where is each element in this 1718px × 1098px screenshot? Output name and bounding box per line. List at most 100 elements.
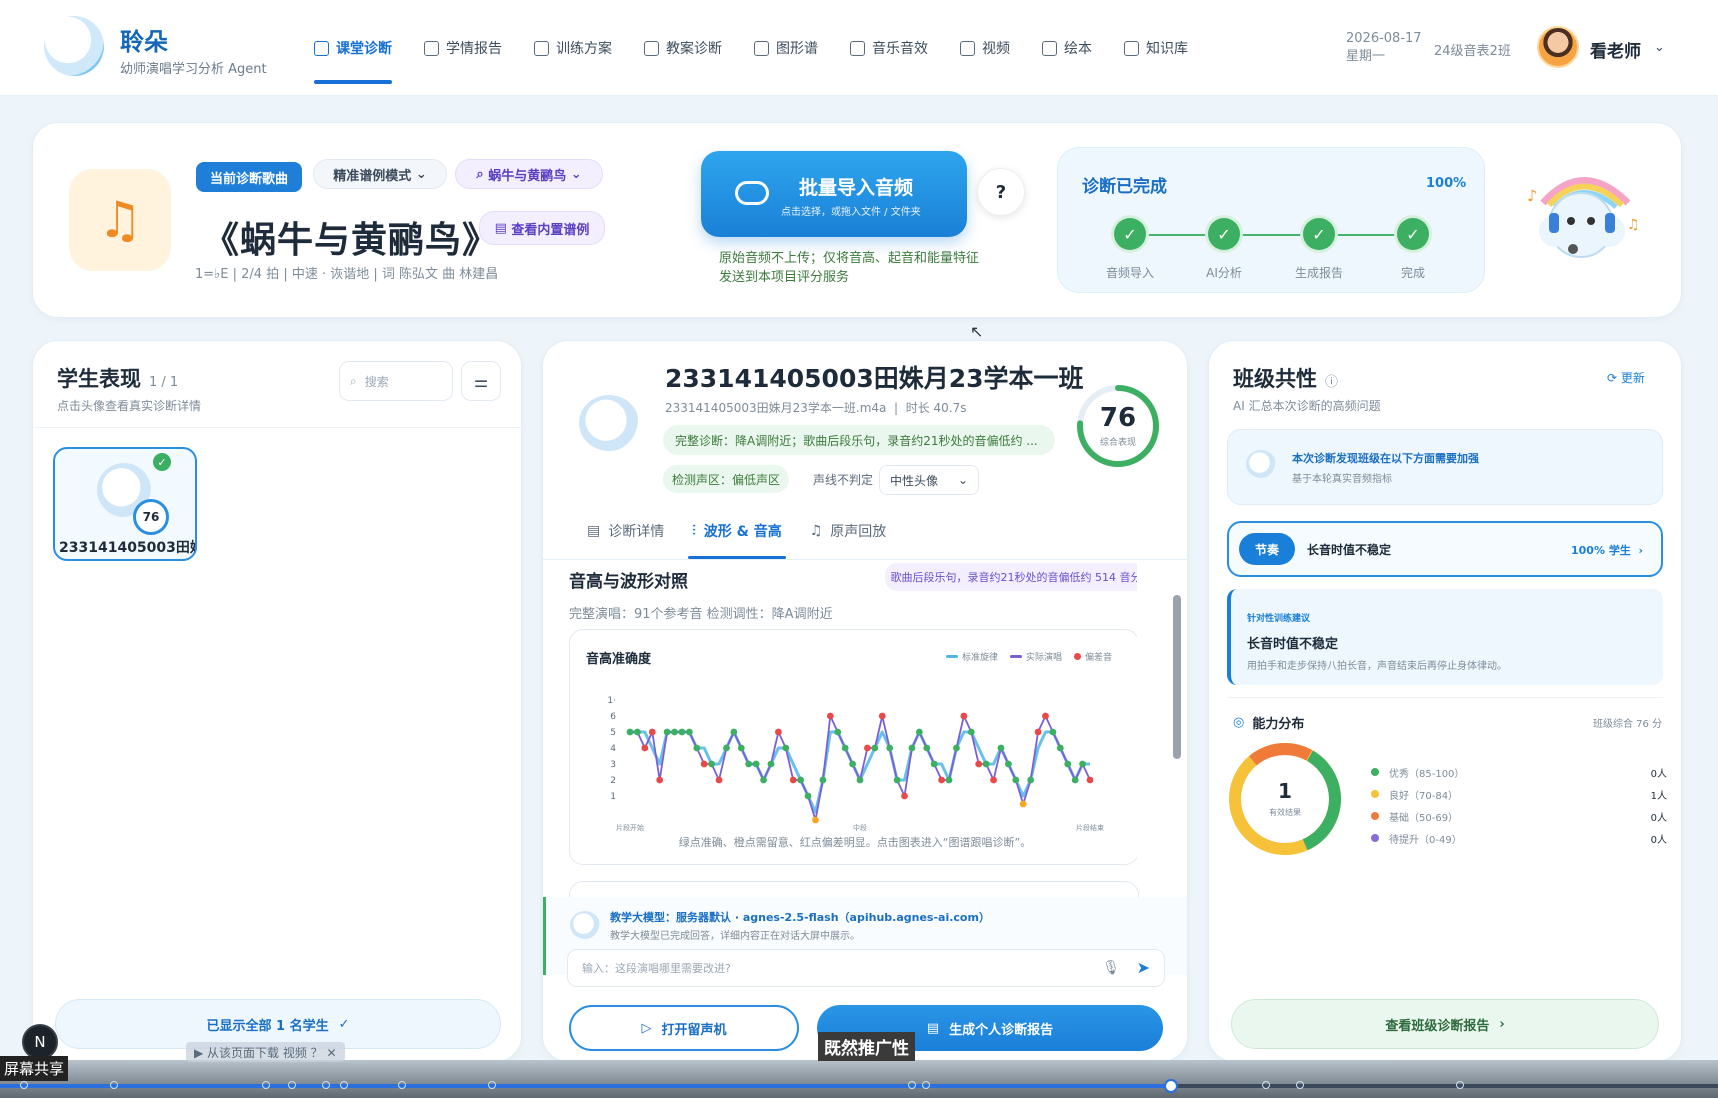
donut-count: 1 bbox=[1278, 779, 1292, 803]
nav-item-classroom-diagnosis[interactable]: 课堂诊断 bbox=[298, 36, 408, 84]
open-recorder-button[interactable]: ▷ 打开留声机 bbox=[569, 1005, 799, 1051]
chapter-marker[interactable] bbox=[1262, 1081, 1270, 1089]
tab-playback[interactable]: ♫ 原声回放 bbox=[796, 517, 901, 545]
nav-label: 知识库 bbox=[1146, 41, 1188, 57]
pitch-point bbox=[700, 760, 708, 768]
report-label: 生成个人诊断报告 bbox=[949, 1022, 1054, 1038]
pitch-accuracy-chart[interactable]: 音高准确度 标准旋律 实际演唱 偏差音 1 2 3 4 5 6 1· 片段开始 中段 片段结束 绿… bbox=[569, 629, 1137, 865]
target-icon: ◎ bbox=[1233, 715, 1245, 730]
pitch-point bbox=[990, 776, 997, 784]
filter-icon[interactable]: ⚌ bbox=[461, 361, 501, 401]
students-subtitle: 点击头像查看真实诊断详情 bbox=[57, 399, 202, 413]
help-icon[interactable]: ? bbox=[977, 168, 1025, 216]
student-search-input[interactable]: ⌕ 搜索 bbox=[339, 361, 453, 401]
chapter-marker[interactable] bbox=[908, 1081, 916, 1089]
scrollbar[interactable] bbox=[1173, 565, 1181, 891]
chapter-marker[interactable] bbox=[488, 1081, 496, 1089]
batch-import-audio-button[interactable]: 批量导入音频 点击选择，或拖入文件 / 文件夹 bbox=[701, 151, 967, 237]
voice-select[interactable]: 中性头像 ⌄ bbox=[879, 465, 979, 495]
class-report-label: 查看班级诊断报告 bbox=[1385, 1018, 1490, 1034]
step-label: 生成报告 bbox=[1294, 266, 1344, 280]
pitch-point bbox=[923, 744, 931, 752]
nav-item-picture-book[interactable]: 绘本 bbox=[1026, 36, 1108, 60]
chapter-marker[interactable] bbox=[1296, 1081, 1304, 1089]
singing-cloud-mascot-icon: ♪ ♫ bbox=[1527, 177, 1640, 258]
nav-label: 教案诊断 bbox=[666, 41, 722, 57]
nav-item-music-sfx[interactable]: 音乐音效 bbox=[834, 36, 944, 60]
student-score: 76 bbox=[133, 499, 169, 535]
dist-label: 待提升（0-49） bbox=[1389, 834, 1462, 846]
pitch-point bbox=[678, 728, 686, 736]
play-icon: ▷ bbox=[641, 1020, 652, 1036]
nav-item-graphic-score[interactable]: 图形谱 bbox=[738, 36, 834, 60]
video-progress-bar[interactable] bbox=[0, 1079, 1718, 1093]
issue-tag: 节奏 bbox=[1239, 533, 1295, 565]
issue-percent-text: 100% 学生 bbox=[1571, 544, 1631, 557]
top-bar: 聆朵 幼师演唱学习分析 Agent 课堂诊断 学情报告 训练方案 教案诊断 图形… bbox=[0, 0, 1718, 96]
progress-title: 诊断已完成 bbox=[1082, 177, 1167, 197]
mode-select[interactable]: 精准谱例模式 ⌄ bbox=[313, 159, 447, 189]
chapter-marker[interactable] bbox=[110, 1081, 118, 1089]
chapter-marker[interactable] bbox=[1456, 1081, 1464, 1089]
video-scrubber-knob[interactable] bbox=[1164, 1079, 1178, 1093]
video-bottom-strip bbox=[0, 1060, 1718, 1098]
chapter-marker[interactable] bbox=[322, 1081, 330, 1089]
song-card: ♫ 当前诊断歌曲 精准谱例模式 ⌄ ⌕ 蜗牛与黄鹂鸟 ⌄ 《蜗牛与黄鹂鸟》 ▤ … bbox=[32, 122, 1682, 318]
teacher-name[interactable]: 看老师 bbox=[1590, 37, 1641, 62]
cloud-upload-icon bbox=[735, 181, 769, 205]
weekday-text: 星期一 bbox=[1346, 49, 1386, 64]
refresh-button[interactable]: ⟳ 更新 bbox=[1607, 369, 1645, 386]
chapter-marker[interactable] bbox=[340, 1081, 348, 1089]
audio-file-name: 233141405003田姝月23学本一班.m4a bbox=[665, 401, 887, 415]
pitch-point bbox=[767, 760, 775, 768]
pitch-point bbox=[878, 712, 886, 720]
pitch-point bbox=[1056, 744, 1064, 752]
pitch-point bbox=[819, 776, 827, 784]
scrollbar-thumb[interactable] bbox=[1173, 595, 1181, 759]
nav-item-knowledge-base[interactable]: 知识库 bbox=[1108, 36, 1204, 60]
nav-item-video[interactable]: 视频 bbox=[944, 36, 1026, 60]
chapter-marker[interactable] bbox=[262, 1081, 270, 1089]
pitch-point bbox=[671, 728, 678, 736]
refresh-icon: ⟳ bbox=[1607, 371, 1621, 385]
chapter-marker[interactable] bbox=[922, 1081, 930, 1089]
chevron-down-icon[interactable]: ⌄ bbox=[1654, 40, 1665, 55]
pitch-point bbox=[849, 760, 856, 768]
download-tip[interactable]: ▶ 从该页面下载 视频 ？ ✕ bbox=[186, 1042, 345, 1062]
pitch-point bbox=[648, 728, 656, 736]
pitch-chart-svg: 1 2 3 4 5 6 1· 片段开始 中段 片段结束 bbox=[607, 696, 1104, 832]
n-badge-icon[interactable]: N bbox=[22, 1024, 58, 1060]
chat-input[interactable]: 输入：这段演唱哪里需要改进? 🎙 ➤ bbox=[567, 949, 1165, 987]
pitch-point bbox=[1019, 800, 1027, 808]
diagnosis-summary[interactable]: 完整诊断：降A调附近；歌曲后段乐句，录音约21秒处的音偏低约 ... bbox=[663, 425, 1055, 455]
tab-waveform-pitch[interactable]: ⫶ 波形 & 音高 bbox=[678, 517, 795, 559]
progress-percent: 100% bbox=[1426, 176, 1467, 191]
tab-diagnosis-detail[interactable]: ▤ 诊断详情 bbox=[573, 517, 678, 545]
send-icon[interactable]: ➤ bbox=[1137, 958, 1150, 977]
nav-item-training-plan[interactable]: 训练方案 bbox=[518, 36, 628, 60]
view-score-label: 查看内置谱例 bbox=[511, 222, 590, 238]
chapter-marker[interactable] bbox=[398, 1081, 406, 1089]
svg-text:♫: ♫ bbox=[1627, 217, 1640, 233]
dist-label: 良好（70-84） bbox=[1389, 790, 1459, 802]
pitch-point bbox=[1004, 760, 1012, 768]
student-card[interactable]: ✓ 76 233141405003田妹月23学本一班 bbox=[53, 447, 197, 561]
song-search[interactable]: ⌕ 蜗牛与黄鹂鸟 ⌄ bbox=[455, 159, 603, 189]
pitch-point bbox=[1071, 776, 1079, 784]
y-tick-label: 3 bbox=[610, 760, 616, 770]
info-icon[interactable]: ⓘ bbox=[1325, 375, 1338, 390]
nav-item-learning-report[interactable]: 学情报告 bbox=[408, 36, 518, 60]
issue-item[interactable]: 节奏 长音时值不稳定 100% 学生 › bbox=[1227, 521, 1663, 577]
view-score-button[interactable]: ▤ 查看内置谱例 bbox=[479, 211, 605, 245]
deviation-tag: 歌曲后段乐句，录音约21秒处的音偏低约 514 音分 bbox=[885, 563, 1137, 591]
nav-item-lesson-diagnosis[interactable]: 教案诊断 bbox=[628, 36, 738, 60]
teacher-avatar[interactable] bbox=[1537, 26, 1579, 68]
nav-label: 课堂诊断 bbox=[336, 41, 392, 57]
chapter-marker[interactable] bbox=[20, 1081, 28, 1089]
class-report-button[interactable]: 查看班级诊断报告 › bbox=[1231, 999, 1659, 1049]
alert-subtitle: 基于本轮真实音频指标 bbox=[1292, 474, 1392, 485]
alert-title: 本次诊断发现班级在以下方面需要加强 bbox=[1292, 452, 1479, 465]
microphone-icon[interactable]: 🎙 bbox=[1102, 960, 1120, 976]
chapter-marker[interactable] bbox=[288, 1081, 296, 1089]
class-commons-panel: 班级共性 ⓘ ⟳ 更新 AI 汇总本次诊断的高频问题 本次诊断发现班级在以下方面需… bbox=[1208, 340, 1682, 1062]
